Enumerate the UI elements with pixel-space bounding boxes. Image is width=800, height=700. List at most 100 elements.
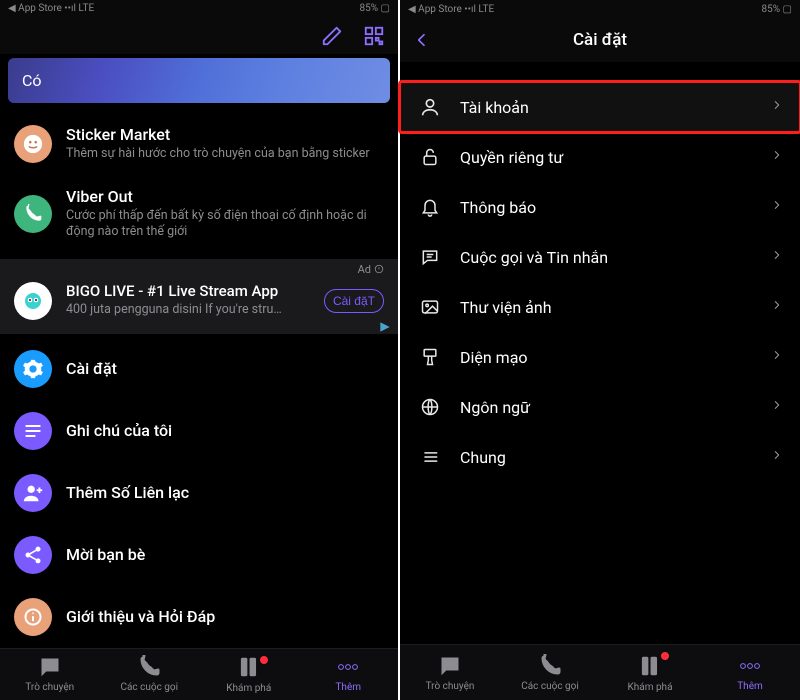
sticker-market-row[interactable]: Sticker Market Thêm sự hài hước cho trò … [0,113,398,175]
about-row[interactable]: Giới thiệu và Hỏi Đáp [0,586,398,648]
settings-row[interactable]: Cài đặt [0,334,398,400]
adchoices-icon[interactable] [378,319,392,338]
settings-label: Cài đặt [66,359,117,378]
viberout-sub: Cước phí thấp đến bất kỳ số điện thoại c… [66,208,384,241]
about-label: Giới thiệu và Hỏi Đáp [66,607,215,626]
tab-calls[interactable]: Các cuộc gọi [500,645,600,700]
viberout-text: Viber Out Cước phí thấp đến bất kỳ số đi… [66,187,384,241]
image-icon [418,295,442,319]
setting-general[interactable]: Chung [400,432,800,482]
notification-dot-icon [259,655,269,665]
settings-list: Tài khoản Quyền riêng tư Thông báo Cuộc … [400,62,800,482]
screen-settings: ◀ App Store ••ıl LTE 85% ▢ Cài đặt Tài k… [400,0,800,700]
brush-icon [418,345,442,369]
tab-more-label: Thêm [737,681,763,692]
bigo-icon [14,282,52,320]
chevron-right-icon [772,347,782,367]
back-icon[interactable] [414,29,436,51]
chevron-right-icon [772,197,782,217]
chevron-right-icon [772,397,782,417]
tab-chats-label: Trò chuyện [25,682,74,693]
appearance-label: Diện mạo [460,348,754,367]
install-button[interactable]: Cài đặT [324,289,384,313]
user-icon [418,95,442,119]
notifications-label: Thông báo [460,198,754,217]
carrier-text: ◀ App Store ••ıl LTE [8,3,94,14]
tab-chats[interactable]: Trò chuyện [0,649,100,700]
tab-calls-label: Các cuộc gọi [521,681,579,692]
setting-language[interactable]: Ngôn ngữ [400,382,800,432]
setting-privacy[interactable]: Quyền riêng tư [400,132,800,182]
chat-icon [418,245,442,269]
filter-label: Có [22,71,42,90]
account-label: Tài khoản [460,98,754,117]
add-contact-row[interactable]: Thêm Số Liên lạc [0,462,398,524]
battery-text: 85% ▢ [762,4,793,15]
ad-text: BIGO LIVE - #1 Live Stream App 400 juta … [66,282,310,318]
viber-out-row[interactable]: Viber Out Cước phí thấp đến bất kỳ số đi… [0,175,398,253]
sticker-text: Sticker Market Thêm sự hài hước cho trò … [66,125,384,162]
setting-account[interactable]: Tài khoản [400,82,800,132]
ad-block: Ad BIGO LIVE - #1 Live Stream App 400 ju… [0,259,398,334]
media-label: Thư viện ảnh [460,298,754,317]
chevron-right-icon [772,97,782,117]
invite-label: Mời bạn bè [66,545,145,564]
tab-explore-label: Khám phá [226,683,271,694]
tab-chats[interactable]: Trò chuyện [400,645,500,700]
globe-icon [418,395,442,419]
add-contact-icon [14,474,52,512]
ad-title: BIGO LIVE - #1 Live Stream App [66,282,310,300]
tab-calls[interactable]: Các cuộc gọi [100,649,200,700]
setting-media[interactable]: Thư viện ảnh [400,282,800,332]
sticker-sub: Thêm sự hài hước cho trò chuyện của bạn … [66,146,384,162]
language-label: Ngôn ngữ [460,398,754,417]
chevron-right-icon [772,297,782,317]
list-icon [418,445,442,469]
invite-row[interactable]: Mời bạn bè [0,524,398,586]
tab-chats-label: Trò chuyện [426,681,475,692]
edit-icon[interactable] [320,24,344,48]
setting-notifications[interactable]: Thông báo [400,182,800,232]
screen-more: ◀ App Store ••ıl LTE 85% ▢ Có Sticker Ma… [0,0,400,700]
tab-more[interactable]: Thêm [700,645,800,700]
my-notes-row[interactable]: Ghi chú của tôi [0,400,398,462]
gear-icon [14,350,52,388]
ad-badge: Ad [0,261,398,276]
sticker-icon [14,125,52,163]
tab-more[interactable]: Thêm [299,649,399,700]
chevron-right-icon [772,147,782,167]
notes-icon [14,412,52,450]
lock-icon [418,145,442,169]
settings-header: Cài đặt [400,18,800,62]
viberout-icon [14,195,52,233]
header-toolbar [0,17,398,54]
ad-sub: 400 juta pengguna disini If you're stru… [66,302,310,318]
tab-more-label: Thêm [335,682,361,693]
calls-messages-label: Cuộc gọi và Tin nhắn [460,248,754,267]
filter-strip[interactable]: Có [8,58,390,103]
share-icon [14,536,52,574]
setting-appearance[interactable]: Diện mạo [400,332,800,382]
tab-calls-label: Các cuộc gọi [120,682,178,693]
tabbar: Trò chuyện Các cuộc gọi Khám phá Thêm [400,644,800,700]
chevron-right-icon [772,247,782,267]
tab-explore[interactable]: Khám phá [600,645,700,700]
add-contact-label: Thêm Số Liên lạc [66,483,189,502]
info-icon [14,598,52,636]
tabbar: Trò chuyện Các cuộc gọi Khám phá Thêm [0,648,398,700]
statusbar: ◀ App Store ••ıl LTE 85% ▢ [0,0,398,17]
notification-dot-icon [660,651,670,661]
chevron-right-icon [772,447,782,467]
bell-icon [418,195,442,219]
tab-explore[interactable]: Khám phá [199,649,299,700]
statusbar: ◀ App Store ••ıl LTE 85% ▢ [400,0,800,18]
setting-calls-messages[interactable]: Cuộc gọi và Tin nhắn [400,232,800,282]
carrier-text: ◀ App Store ••ıl LTE [408,4,494,15]
settings-title: Cài đặt [436,30,764,50]
notes-label: Ghi chú của tôi [66,421,172,440]
ad-row[interactable]: BIGO LIVE - #1 Live Stream App 400 juta … [0,276,398,334]
qr-icon[interactable] [362,24,386,48]
sticker-title: Sticker Market [66,125,384,144]
general-label: Chung [460,448,754,467]
tab-explore-label: Khám phá [627,682,672,693]
